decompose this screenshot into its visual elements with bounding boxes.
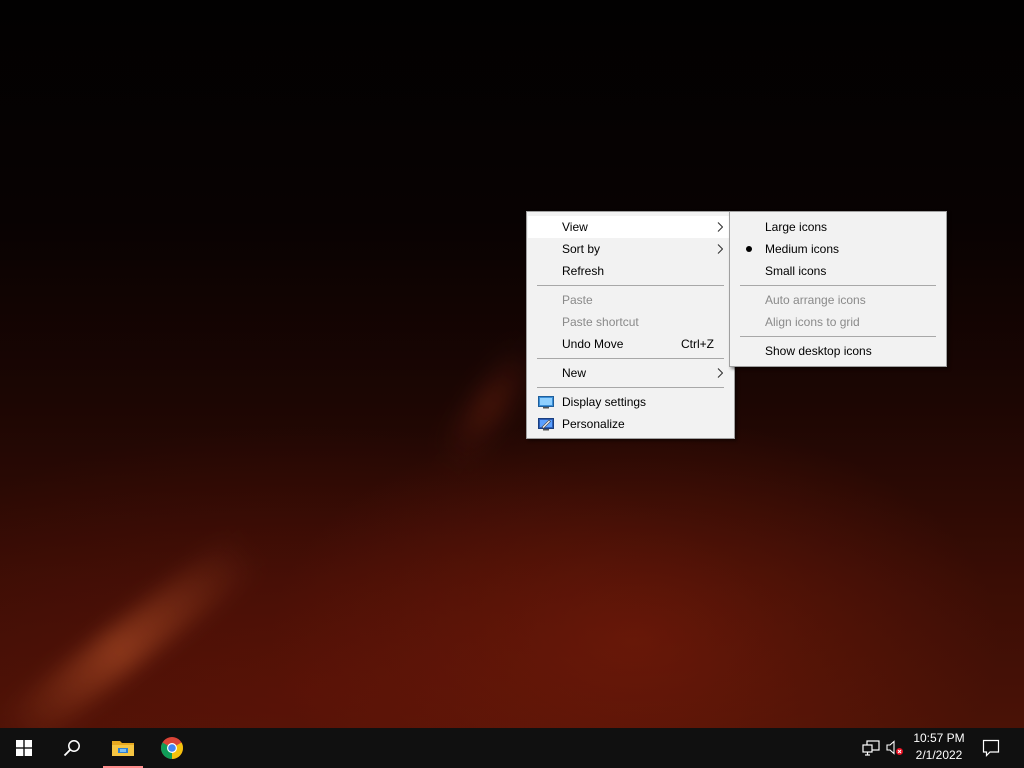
chrome-icon: [161, 737, 183, 759]
menu-item-show-desktop-icons[interactable]: Show desktop icons: [731, 340, 945, 362]
chrome-button[interactable]: [148, 728, 196, 768]
clock-date: 2/1/2022: [915, 748, 963, 762]
network-icon[interactable]: [862, 740, 880, 756]
menu-item-view-label: View: [562, 220, 588, 234]
file-explorer-icon: [112, 741, 134, 756]
menu-item-view[interactable]: View: [528, 216, 733, 238]
menu-item-paste-shortcut[interactable]: Paste shortcut: [528, 311, 733, 333]
menu-separator: [537, 358, 724, 359]
wallpaper-light-streak: [0, 532, 262, 728]
menu-item-medium-icons[interactable]: Medium icons: [731, 238, 945, 260]
menu-item-paste[interactable]: Paste: [528, 289, 733, 311]
action-center-icon[interactable]: [982, 739, 1000, 757]
menu-item-undo-move-shortcut: Ctrl+Z: [681, 337, 714, 351]
desktop-context-menu: View Sort by Refresh Paste Paste shortcu…: [526, 211, 735, 439]
windows-start-icon: [16, 740, 32, 756]
menu-item-sort-by[interactable]: Sort by: [528, 238, 733, 260]
taskbar: 10:57 PM 2/1/2022: [0, 728, 1024, 768]
chevron-right-icon: [717, 222, 723, 232]
view-submenu: Large icons Medium icons Small icons Aut…: [729, 211, 947, 367]
menu-item-auto-arrange-icons[interactable]: Auto arrange icons: [731, 289, 945, 311]
menu-item-refresh[interactable]: Refresh: [528, 260, 733, 282]
volume-muted-icon[interactable]: [886, 740, 904, 756]
search-button[interactable]: [48, 728, 96, 768]
menu-item-large-icons[interactable]: Large icons: [731, 216, 945, 238]
menu-item-align-icons-to-grid[interactable]: Align icons to grid: [731, 311, 945, 333]
menu-item-personalize[interactable]: Personalize: [528, 413, 733, 435]
menu-item-small-icons[interactable]: Small icons: [731, 260, 945, 282]
desktop[interactable]: View Sort by Refresh Paste Paste shortcu…: [0, 0, 1024, 728]
menu-item-large-icons-label: Large icons: [765, 220, 828, 234]
display-settings-icon: [538, 396, 554, 409]
menu-item-undo-move[interactable]: Undo Move Ctrl+Z: [528, 333, 733, 355]
search-icon: [63, 740, 80, 757]
chevron-right-icon: [717, 368, 723, 378]
menu-item-display-settings-label: Display settings: [562, 395, 647, 409]
menu-item-paste-shortcut-label: Paste shortcut: [562, 315, 639, 329]
menu-item-display-settings[interactable]: Display settings: [528, 391, 733, 413]
menu-item-refresh-label: Refresh: [562, 264, 605, 278]
selected-bullet-icon: [746, 246, 752, 252]
menu-item-small-icons-label: Small icons: [765, 264, 827, 278]
file-explorer-button[interactable]: [99, 728, 147, 768]
menu-item-sort-by-label: Sort by: [562, 242, 601, 256]
menu-item-auto-arrange-icons-label: Auto arrange icons: [765, 293, 866, 307]
start-button[interactable]: [0, 728, 48, 768]
menu-separator: [740, 285, 936, 286]
menu-item-new[interactable]: New: [528, 362, 733, 384]
menu-item-medium-icons-label: Medium icons: [765, 242, 840, 256]
menu-item-show-desktop-icons-label: Show desktop icons: [765, 344, 872, 358]
menu-item-personalize-label: Personalize: [562, 417, 625, 431]
clock-time: 10:57 PM: [913, 731, 965, 745]
chevron-right-icon: [717, 244, 723, 254]
menu-item-new-label: New: [562, 366, 587, 380]
menu-separator: [740, 336, 936, 337]
menu-separator: [537, 285, 724, 286]
personalize-icon: [538, 418, 554, 431]
menu-item-paste-label: Paste: [562, 293, 593, 307]
menu-separator: [537, 387, 724, 388]
menu-item-undo-move-label: Undo Move: [562, 337, 624, 351]
taskbar-clock[interactable]: 10:57 PM 2/1/2022: [904, 730, 974, 766]
menu-item-align-icons-to-grid-label: Align icons to grid: [765, 315, 860, 329]
